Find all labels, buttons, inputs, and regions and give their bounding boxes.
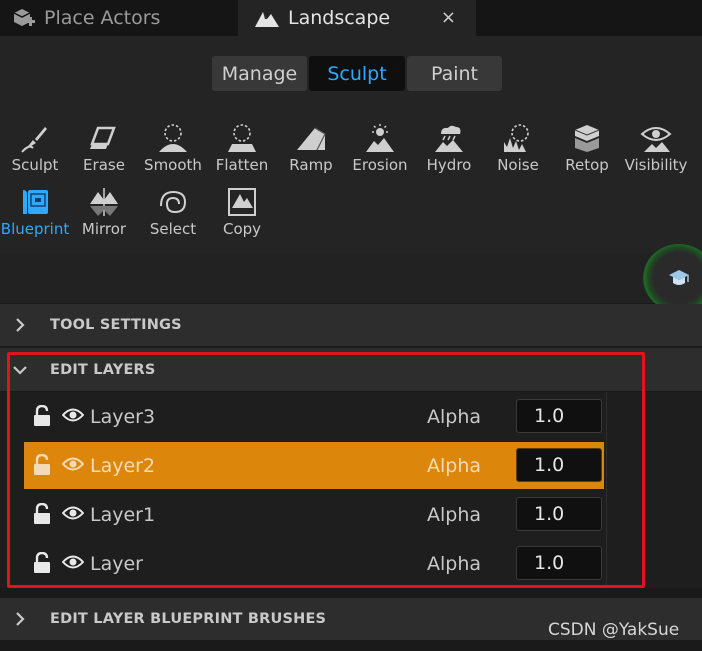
mode-manage-button[interactable]: Manage [212,56,307,91]
landscape-icon [255,12,279,27]
chevron-right-icon [16,612,25,626]
close-tab-icon[interactable]: × [441,7,456,28]
tool-hydro[interactable]: Hydro [415,120,483,180]
erosion-icon [366,124,394,152]
select-icon [160,190,187,214]
smooth-icon [159,124,187,152]
mode-bar: Manage Sculpt Paint [0,36,702,103]
tool-flatten[interactable]: Flatten [208,120,276,180]
tool-blueprint[interactable]: Blueprint [1,184,69,244]
mode-sculpt-button[interactable]: Sculpt [309,56,405,91]
sculpt-icon [21,127,47,153]
mirror-icon [90,188,118,216]
retop-icon [574,125,600,152]
flatten-icon [228,124,256,152]
tab-landscape-label: Landscape [288,7,391,29]
tool-erosion[interactable]: Erosion [346,120,414,180]
tab-landscape[interactable]: Landscape × [238,0,476,36]
tool-erase[interactable]: Erase [70,120,138,180]
tool-retop[interactable]: Retop [553,120,621,180]
tool-copy[interactable]: Copy [208,184,276,244]
annotation-highlight-box [7,352,645,588]
tab-place-actors-label: Place Actors [44,7,161,29]
tool-sculpt[interactable]: Sculpt [1,120,69,180]
tool-mirror[interactable]: Mirror [70,184,138,244]
tool-palette: Sculpt Erase Smooth Flatten Ramp Erosion… [0,103,702,253]
tab-bar: Place Actors Landscape × [0,0,702,36]
tool-settings-header[interactable]: TOOL SETTINGS [0,304,702,346]
hydro-icon [435,125,463,152]
chevron-right-icon [16,318,25,332]
mode-paint-button[interactable]: Paint [407,56,502,91]
spacer-area [0,253,702,303]
place-actors-icon [13,9,35,26]
blueprint-icon [23,190,48,214]
tool-select[interactable]: Select [139,184,207,244]
tool-smooth[interactable]: Smooth [139,120,207,180]
tab-place-actors[interactable]: Place Actors [10,0,160,36]
erase-icon [90,126,116,149]
noise-icon [504,124,529,152]
tool-visibility[interactable]: Visibility [622,120,690,180]
tool-noise[interactable]: Noise [484,120,552,180]
watermark-text: CSDN @YakSue [548,620,680,640]
copy-icon [228,188,256,216]
graduation-cap-icon [669,270,689,285]
visibility-icon [640,127,672,152]
tool-ramp[interactable]: Ramp [277,120,345,180]
ramp-icon [297,127,326,151]
